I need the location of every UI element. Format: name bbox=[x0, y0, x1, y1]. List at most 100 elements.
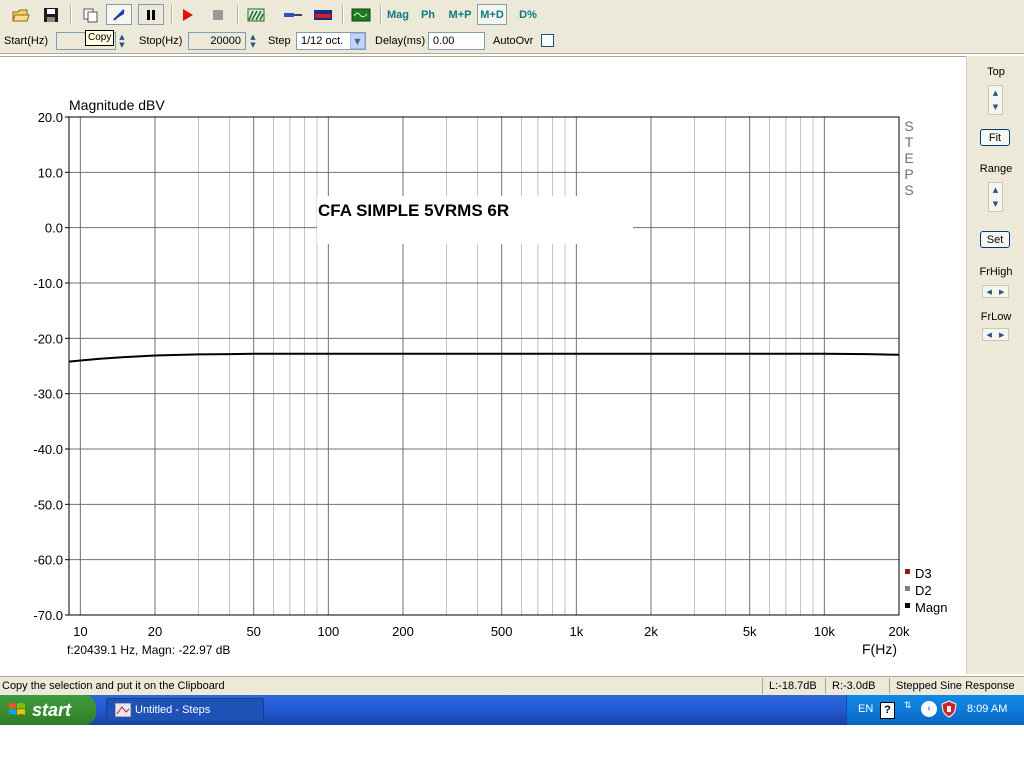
y-tick-label: -40.0 bbox=[33, 442, 63, 457]
stop-freq-field[interactable]: 20000 bbox=[188, 32, 246, 50]
phase-view-button[interactable]: Ph bbox=[415, 4, 441, 25]
taskbar-window-button[interactable]: Untitled - Steps bbox=[106, 698, 264, 722]
copy-button[interactable] bbox=[78, 4, 102, 25]
stop-freq-spinner[interactable]: ▲ ▼ bbox=[247, 32, 259, 50]
status-message: Copy the selection and put it on the Cli… bbox=[2, 680, 225, 692]
x-tick-label: 50 bbox=[246, 624, 260, 639]
legend-label: D2 bbox=[915, 583, 932, 598]
y-tick-label: -20.0 bbox=[33, 331, 63, 346]
main-toolbar: Mag Ph M+P M+D D% bbox=[0, 0, 1024, 31]
stop-icon bbox=[213, 9, 223, 20]
frhigh-spinner[interactable]: ◀ ▶ bbox=[982, 285, 1009, 298]
oscilloscope-icon bbox=[351, 8, 371, 21]
y-tick-label: -60.0 bbox=[33, 553, 63, 568]
steps-side-label: STEPS bbox=[904, 118, 913, 198]
y-tick-label: -30.0 bbox=[33, 387, 63, 402]
status-divider bbox=[762, 678, 763, 694]
chart-grid bbox=[68, 116, 900, 616]
taskbar-window-label: Untitled - Steps bbox=[135, 704, 211, 716]
cursor-readout: f:20439.1 Hz, Magn: -22.97 dB bbox=[67, 643, 230, 657]
probe-icon bbox=[284, 12, 302, 17]
stop-button[interactable] bbox=[207, 4, 229, 25]
network-icon[interactable]: ⇅ bbox=[904, 701, 914, 719]
legend-label: D3 bbox=[915, 566, 932, 581]
y-axis-ticks: 20.0 10.0 0.0 -10.0 -20.0 -30.0 -40.0 -50.0 -60.… bbox=[33, 110, 69, 623]
magnitude-view-button[interactable]: Mag bbox=[383, 4, 413, 25]
x-tick-label: 500 bbox=[491, 624, 513, 639]
language-indicator[interactable]: EN bbox=[858, 703, 873, 715]
side-label-letter: P bbox=[904, 166, 913, 182]
x-tick-label: 10k bbox=[814, 624, 835, 639]
y-tick-label: 0.0 bbox=[45, 221, 63, 236]
chevron-down-icon[interactable]: ▼ bbox=[350, 33, 365, 49]
side-label-letter: T bbox=[905, 134, 914, 150]
y-axis-label: Magnitude dBV bbox=[69, 97, 165, 113]
generator-button[interactable] bbox=[244, 4, 268, 25]
autoovr-checkbox[interactable] bbox=[541, 34, 554, 47]
legend-swatch bbox=[905, 603, 910, 608]
x-tick-label: 10 bbox=[73, 624, 87, 639]
mode-indicator: Stepped Sine Response bbox=[896, 680, 1015, 692]
range-spinner[interactable]: ▲ ▼ bbox=[988, 182, 1003, 212]
status-divider bbox=[889, 678, 890, 694]
side-label-letter: S bbox=[904, 182, 913, 198]
start-label: start bbox=[32, 699, 72, 720]
probe-button[interactable] bbox=[281, 4, 305, 25]
signal-generator-icon bbox=[247, 8, 265, 21]
pause-icon bbox=[147, 9, 155, 20]
help-icon[interactable]: ? bbox=[880, 702, 895, 719]
x-axis-ticks: 10 20 50 100 200 500 1k 2k 5k 10k 20k bbox=[73, 624, 910, 639]
range-label: Range bbox=[979, 163, 1013, 175]
frhigh-label: FrHigh bbox=[979, 266, 1013, 278]
chart-legend: D3 D2 Magn bbox=[905, 566, 948, 615]
delay-field[interactable]: 0.00 bbox=[428, 32, 485, 50]
magnitude-phase-view-button[interactable]: M+P bbox=[444, 4, 476, 25]
scale-panel: Top ▲ ▼ Fit Range ▲ ▼ Set FrHigh ◀ ▶ FrLow … bbox=[966, 56, 1024, 674]
x-tick-label: 2k bbox=[644, 624, 658, 639]
open-folder-button[interactable] bbox=[9, 4, 33, 25]
cursor-arrow-icon bbox=[113, 8, 125, 21]
play-icon bbox=[183, 8, 193, 21]
floppy-disk-icon bbox=[44, 7, 58, 22]
frlow-label: FrLow bbox=[980, 311, 1012, 323]
legend-swatch bbox=[905, 569, 910, 574]
security-shield-icon[interactable] bbox=[941, 700, 957, 718]
fit-button[interactable]: Fit bbox=[980, 129, 1010, 146]
app-window-icon bbox=[115, 703, 131, 717]
run-button[interactable] bbox=[177, 4, 199, 25]
magnitude-distortion-view-button[interactable]: M+D bbox=[477, 4, 507, 25]
system-tray: EN ? ⇅ ‹ 8:09 AM bbox=[846, 695, 1024, 725]
start-freq-spinner[interactable]: ▲ ▼ bbox=[116, 32, 128, 50]
save-button[interactable] bbox=[39, 4, 63, 25]
autoovr-label: AutoOvr bbox=[493, 35, 534, 47]
x-tick-label: 200 bbox=[392, 624, 414, 639]
levels-button[interactable] bbox=[311, 4, 335, 25]
series-layer bbox=[68, 352, 900, 363]
start-freq-label: Start(Hz) bbox=[4, 35, 48, 47]
right-level: R:-3.0dB bbox=[832, 680, 876, 692]
top-label: Top bbox=[987, 66, 1005, 78]
cursor-button[interactable] bbox=[106, 4, 132, 25]
start-button[interactable]: start bbox=[0, 695, 96, 725]
y-tick-label: -10.0 bbox=[33, 276, 63, 291]
series-line-magn bbox=[68, 352, 900, 363]
stop-freq-label: Stop(Hz) bbox=[139, 35, 183, 47]
x-tick-label: 20 bbox=[148, 624, 162, 639]
pause-button[interactable] bbox=[138, 4, 164, 25]
set-button[interactable]: Set bbox=[980, 231, 1010, 248]
step-label: Step bbox=[268, 35, 291, 47]
copy-tooltip: Copy bbox=[85, 30, 115, 46]
magnitude-chart: 20.0 10.0 0.0 -10.0 -20.0 -30.0 -40.0 -50.0 -60.… bbox=[33, 97, 948, 657]
x-tick-label: 1k bbox=[569, 624, 583, 639]
frlow-spinner[interactable]: ◀ ▶ bbox=[982, 328, 1009, 341]
scope-button[interactable] bbox=[348, 4, 374, 25]
top-spinner[interactable]: ▲ ▼ bbox=[988, 85, 1003, 115]
distortion-percent-view-button[interactable]: D% bbox=[514, 4, 542, 25]
y-tick-label: 10.0 bbox=[38, 165, 63, 180]
levels-meter-icon bbox=[314, 9, 332, 20]
delay-label: Delay(ms) bbox=[375, 35, 426, 47]
x-tick-label: 100 bbox=[317, 624, 339, 639]
side-label-letter: S bbox=[904, 118, 913, 134]
x-axis-label: F(Hz) bbox=[862, 641, 897, 657]
chevron-left-icon[interactable]: ‹ bbox=[921, 701, 937, 717]
